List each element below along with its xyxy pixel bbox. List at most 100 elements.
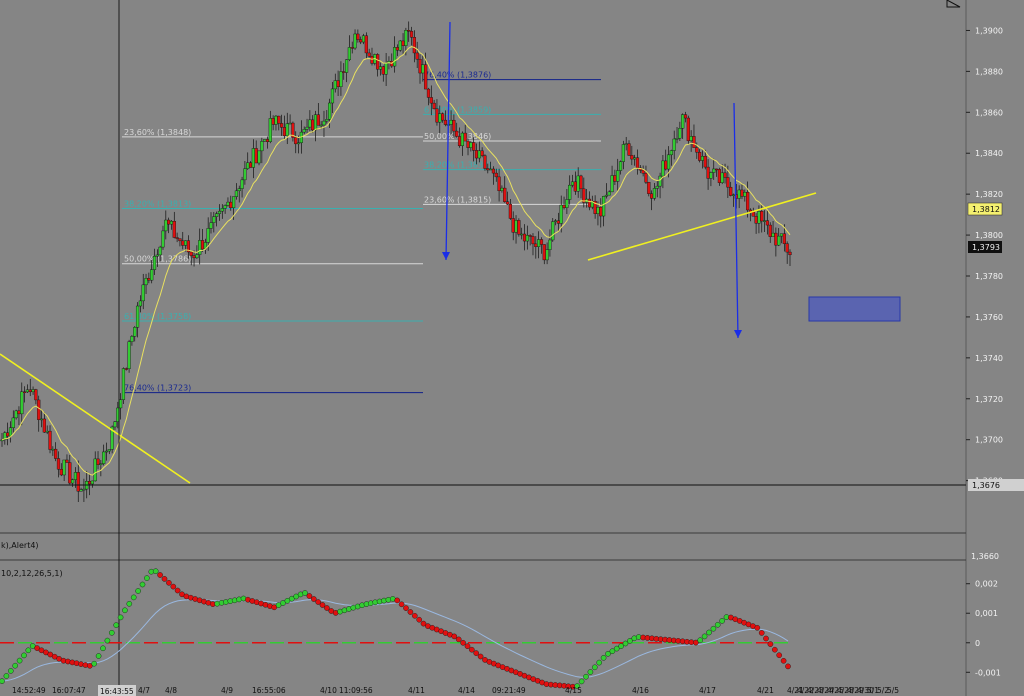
fib-level-label: 23,60% (1,3848) [124, 128, 191, 137]
candle-bear [726, 177, 730, 188]
indicator-dot-down [416, 616, 423, 623]
candle-bull [779, 233, 784, 237]
candle-bull [421, 64, 425, 74]
candle-bull [731, 194, 736, 196]
candle-bull [661, 160, 665, 177]
candle-bear [248, 162, 253, 168]
candle-bull [25, 389, 30, 393]
candle-bear [359, 39, 363, 43]
candle-bull [322, 120, 326, 126]
indicator-dot-up [100, 645, 106, 652]
candle-bear [692, 136, 696, 148]
indicator-dot-down [306, 593, 313, 599]
candle-bear [17, 410, 21, 415]
candle-bear [376, 54, 380, 70]
candle-bear [613, 175, 617, 182]
candle-bear [695, 147, 699, 153]
candle-bull [601, 196, 606, 217]
candle-bear [229, 201, 233, 209]
candle-bull [404, 30, 408, 46]
candle-bear [42, 418, 46, 433]
candle-bear [455, 130, 459, 137]
candle-bear [96, 458, 100, 465]
time-axis-label: 4/7 [138, 686, 150, 695]
candle-bull [285, 123, 289, 137]
candle-bear [265, 139, 270, 142]
candle-bear [635, 157, 640, 169]
candle-bull [296, 142, 301, 145]
candle-bear [556, 220, 561, 224]
indicator-dot-up [91, 660, 97, 667]
cursor-time-tag-text: 16:43:55 [100, 687, 134, 696]
candle-bear [788, 251, 792, 256]
indicator-dot-down [780, 658, 787, 664]
candle-bull [712, 168, 716, 173]
candle-bull [616, 170, 620, 182]
candle-bear [68, 462, 72, 484]
candle-bear [760, 211, 764, 222]
candle-bull [689, 136, 693, 142]
time-axis-label: 11:09:56 [339, 686, 373, 695]
price-tick-label: 1,3880 [975, 67, 1003, 76]
price-tick-label: 1,3760 [975, 313, 1003, 322]
indicator-dot-down [407, 609, 414, 615]
fib-level-label: 61,80% (1,3758) [124, 312, 191, 321]
ma-price-tag-text: 1,3812 [972, 205, 1000, 214]
indicator-dot-down [174, 587, 181, 594]
candle-bear [466, 140, 470, 148]
candle-bull [152, 256, 157, 270]
candle-bear [175, 237, 179, 239]
candle-bear [350, 47, 354, 49]
candle-bear [311, 119, 315, 131]
indicator-dot-up [113, 622, 119, 628]
candle-bull [771, 232, 775, 237]
indicator-dot-up [144, 575, 150, 581]
candle-bear [650, 193, 654, 199]
candle-bull [161, 230, 165, 248]
candle-bear [370, 56, 374, 64]
indicator-dot-up [109, 630, 115, 636]
time-axis-label: 4/8 [165, 686, 177, 695]
candle-bear [774, 232, 778, 246]
candle-bear [754, 216, 758, 224]
candle-bear [48, 430, 52, 450]
indicator-dot-up [122, 607, 128, 614]
candle-bull [107, 449, 111, 452]
chart-canvas[interactable]: 1,3900 1,3880 1,3860 1,3840 1,3820 1,3800 1,37… [0, 0, 1024, 696]
candle-bull [164, 219, 168, 232]
indicator-dot-down [324, 605, 330, 611]
candle-bull [155, 254, 159, 257]
candle-bull [93, 458, 97, 482]
candle-bear [441, 113, 445, 121]
indicator-tick-label: 0 [975, 639, 980, 648]
indicator-tick-label: -0,001 [975, 668, 1001, 677]
candle-bull [681, 114, 685, 129]
candle-bull [257, 150, 261, 164]
candle-bull [678, 128, 682, 139]
candle-bear [178, 238, 182, 242]
candle-bear [686, 117, 690, 142]
time-axis-label: 4/21 [757, 686, 774, 695]
candle-bull [158, 246, 162, 256]
price-tick-label: 1,3860 [975, 108, 1003, 117]
candle-bull [113, 421, 117, 428]
candle-bear [435, 108, 439, 123]
candle-bear [342, 71, 346, 73]
indicator-name: 10,2,12,26,5,1) [1, 569, 63, 578]
candle-bear [6, 432, 10, 437]
price-tick-label: 1,3900 [975, 26, 1003, 35]
indicator-dot-up [596, 659, 603, 666]
candle-bull [102, 451, 106, 464]
candle-bear [189, 251, 193, 256]
candle-bear [34, 389, 38, 401]
indicator-dot-down [460, 640, 466, 646]
candle-bear [480, 150, 484, 156]
candle-bull [20, 391, 24, 415]
time-axis-label: 16:55:06 [252, 686, 286, 695]
indicator-dot-up [697, 637, 704, 644]
candle-bear [181, 240, 185, 246]
indicator-dot-down [398, 601, 405, 608]
candle-bear [717, 169, 721, 183]
time-axis-label: 5/5 [887, 686, 899, 695]
indicator-dot-down [403, 605, 409, 611]
